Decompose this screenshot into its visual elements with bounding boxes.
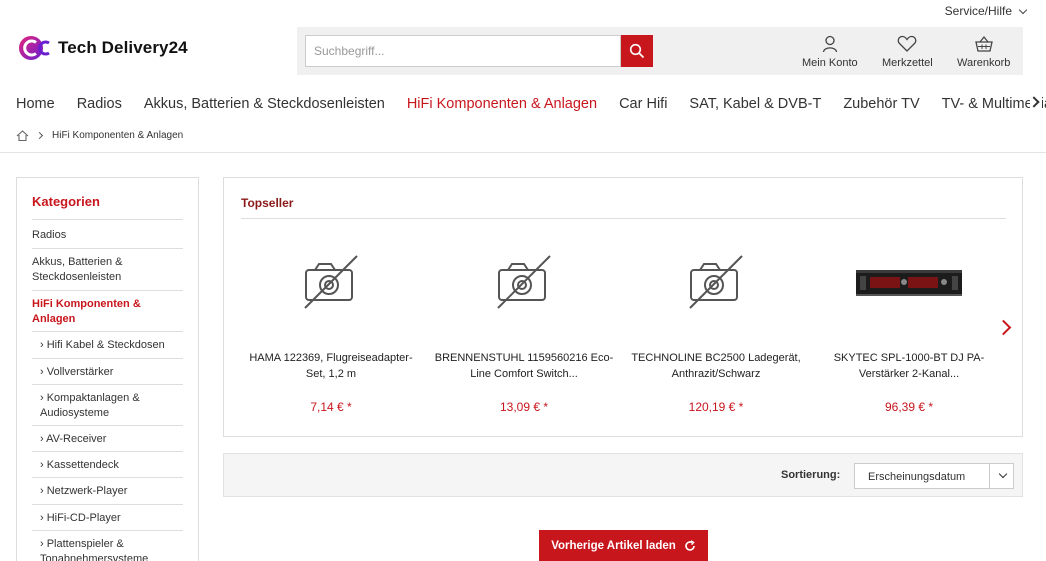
sidebar-subitem-vollverstaerker[interactable]: › Vollverstärker xyxy=(40,365,180,380)
nav-item-radios[interactable]: Radios xyxy=(77,96,122,112)
divider xyxy=(989,464,990,488)
header-search-area: Mein Konto Merkzettel Warenkorb xyxy=(297,27,1023,75)
chevron-down-icon xyxy=(1018,5,1028,14)
chevron-down-icon xyxy=(998,469,1008,479)
nav-item-sat-kabel-dvb-t[interactable]: SAT, Kabel & DVB-T xyxy=(689,96,821,112)
wishlist-button[interactable]: Merkzettel xyxy=(882,35,933,69)
sorting-select[interactable]: Erscheinungsdatum xyxy=(854,463,1014,489)
divider xyxy=(32,331,183,332)
topseller-title: Topseller xyxy=(241,196,294,210)
product-card[interactable]: SKYTEC SPL-1000-BT DJ PA-Verstärker 2-Ka… xyxy=(819,230,999,414)
wishlist-label: Merkzettel xyxy=(882,57,933,69)
sidebar-title: Kategorien xyxy=(32,194,100,209)
sidebar-item-hifi[interactable]: HiFi Komponenten & Anlagen xyxy=(32,297,183,327)
divider xyxy=(32,384,183,385)
product-price: 120,19 € * xyxy=(688,400,744,414)
divider xyxy=(32,248,183,249)
product-image[interactable] xyxy=(819,230,999,334)
topseller-slider: Topseller HAMA 122369, Flugreiseadapter-… xyxy=(223,177,1023,437)
nav-item-hifi-komponenten-anlagen[interactable]: HiFi Komponenten & Anlagen xyxy=(407,96,597,112)
no-image-icon xyxy=(497,255,551,309)
account-label: Mein Konto xyxy=(802,57,858,69)
sidebar-subitem-kassettendeck[interactable]: › Kassettendeck xyxy=(40,458,180,473)
site-logo[interactable]: Tech Delivery24 xyxy=(18,34,188,62)
sorting-selected-value: Erscheinungsdatum xyxy=(868,471,966,483)
load-previous-label: Vorherige Artikel laden xyxy=(551,539,676,552)
product-price: 13,09 € * xyxy=(499,400,549,414)
divider xyxy=(32,290,183,291)
divider xyxy=(32,530,183,531)
sidebar-subitem-netzwerk-player[interactable]: › Netzwerk-Player xyxy=(40,484,180,499)
sidebar-subitem-cd-player[interactable]: › HiFi-CD-Player xyxy=(40,511,180,526)
service-help-label: Service/Hilfe xyxy=(944,4,1012,18)
divider xyxy=(0,152,1046,153)
divider xyxy=(32,504,183,505)
sidebar-subitem-kompaktanlagen[interactable]: › Kompaktanlagen & Audiosysteme xyxy=(40,391,180,421)
chevron-right-icon xyxy=(1028,96,1040,108)
product-image[interactable] xyxy=(626,230,806,334)
divider xyxy=(32,219,183,220)
no-image-icon xyxy=(304,255,358,309)
refresh-icon xyxy=(685,539,695,551)
product-name[interactable]: HAMA 122369, Flugreiseadapter-Set, 1,2 m xyxy=(241,350,421,382)
product-card[interactable]: BRENNENSTUHL 1159560216 Eco-Line Comfort… xyxy=(434,230,614,414)
divider xyxy=(32,358,183,359)
product-price: 96,39 € * xyxy=(884,400,934,414)
heart-icon xyxy=(898,35,917,52)
nav-item-car-hifi[interactable]: Car Hifi xyxy=(619,96,667,112)
product-name[interactable]: TECHNOLINE BC2500 Ladegerät, Anthrazit/S… xyxy=(626,350,806,382)
no-image-icon xyxy=(689,255,743,309)
search-button[interactable] xyxy=(621,35,653,67)
cart-label: Warenkorb xyxy=(957,57,1011,69)
sidebar-item-radios[interactable]: Radios xyxy=(32,228,183,243)
main-navigation: Home Radios Akkus, Batterien & Steckdosenl… xyxy=(0,91,1046,117)
nav-item-zubeh-r-tv[interactable]: Zubehör TV xyxy=(843,96,919,112)
sidebar-subitem-av-receiver[interactable]: › AV-Receiver xyxy=(40,432,180,447)
divider xyxy=(32,451,183,452)
sorting-label: Sortierung: xyxy=(781,469,841,481)
product-card[interactable]: HAMA 122369, Flugreiseadapter-Set, 1,2 m… xyxy=(241,230,421,414)
chevron-right-icon xyxy=(995,319,1012,336)
nav-item-akkus-batterien-steckdosenleisten[interactable]: Akkus, Batterien & Steckdosenleisten xyxy=(144,96,385,112)
product-name[interactable]: SKYTEC SPL-1000-BT DJ PA-Verstärker 2-Ka… xyxy=(819,350,999,382)
category-sidebar: Kategorien Radios Akkus, Batterien & Ste… xyxy=(16,177,199,561)
divider xyxy=(32,425,183,426)
sidebar-subitem-plattenspieler[interactable]: › Plattenspieler & Tonabnehmersysteme xyxy=(40,537,180,561)
home-icon[interactable] xyxy=(16,130,29,141)
logo-text: Tech Delivery24 xyxy=(58,38,188,57)
product-card[interactable]: TECHNOLINE BC2500 Ladegerät, Anthrazit/S… xyxy=(626,230,806,414)
sidebar-subitem-kabel[interactable]: › Hifi Kabel & Steckdosen xyxy=(40,338,180,353)
service-help-dropdown[interactable]: Service/Hilfe xyxy=(944,4,1028,18)
sorting-bar: Sortierung: Erscheinungsdatum xyxy=(223,453,1023,497)
amplifier-product-image xyxy=(856,270,962,296)
user-icon xyxy=(822,35,837,53)
product-image[interactable] xyxy=(241,230,421,334)
product-price: 7,14 € * xyxy=(310,400,352,414)
search-icon xyxy=(629,43,645,59)
sidebar-item-akkus[interactable]: Akkus, Batterien & Steckdosenleisten xyxy=(32,255,183,285)
breadcrumb-current[interactable]: HiFi Komponenten & Anlagen xyxy=(52,130,183,141)
breadcrumb-separator-icon xyxy=(35,131,44,140)
account-button[interactable]: Mein Konto xyxy=(802,35,858,69)
nav-item-home[interactable]: Home xyxy=(16,96,55,112)
cart-button[interactable]: Warenkorb xyxy=(957,35,1010,69)
load-previous-button[interactable]: Vorherige Artikel laden xyxy=(539,530,708,561)
search-input[interactable] xyxy=(305,35,621,67)
product-name[interactable]: BRENNENSTUHL 1159560216 Eco-Line Comfort… xyxy=(434,350,614,382)
divider xyxy=(32,477,183,478)
product-image[interactable] xyxy=(434,230,614,334)
nav-scroll-right-button[interactable] xyxy=(1028,96,1042,110)
basket-icon xyxy=(974,35,993,52)
breadcrumb: HiFi Komponenten & Anlagen xyxy=(16,130,183,141)
slider-next-button[interactable] xyxy=(995,319,1012,336)
logo-icon xyxy=(18,34,52,62)
divider xyxy=(241,218,1006,219)
